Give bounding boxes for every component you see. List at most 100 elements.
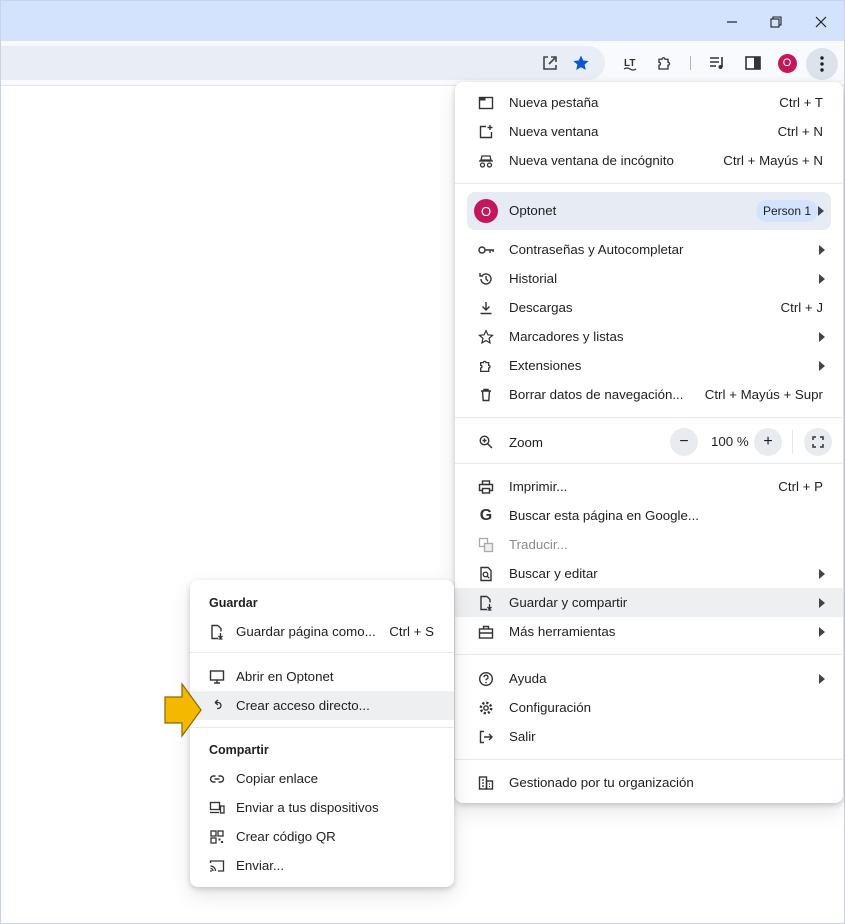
chevron-right-icon [819,597,825,608]
google-icon: G [479,506,493,524]
title-bar [1,1,844,41]
menu-item-label: Borrar datos de navegación... [509,387,684,402]
chevron-right-icon [819,568,825,579]
open-external-icon [543,56,557,70]
menu-item-exit[interactable]: Salir [455,722,843,751]
submenu-item-copy-link[interactable]: Copiar enlace [190,764,454,793]
submenu-header-share: Compartir [209,743,269,757]
zoom-icon [477,433,495,451]
svg-text:LT: LT [624,58,635,69]
menu-item-incognito[interactable]: Nueva ventana de incógnito Ctrl + Mayús … [455,146,843,175]
incognito-icon [477,152,495,170]
cast-icon [208,857,226,875]
zoom-label: Zoom [509,434,543,450]
submenu-item-create-shortcut[interactable]: Crear acceso directo... [190,691,454,720]
close-icon [815,16,827,28]
submenu-item-cast[interactable]: Enviar... [190,851,454,880]
menu-item-label: Nueva ventana de incógnito [509,153,674,168]
menu-button[interactable] [806,48,838,80]
menu-item-label: Historial [509,271,558,286]
languagetool-extension-button[interactable]: LT [617,49,645,77]
menu-item-label: Gestionado por tu organización [509,775,694,790]
callout-arrow-icon [164,682,202,738]
menu-item-label: Nueva ventana [509,124,599,139]
toolbar-divider [690,56,691,70]
menu-divider [455,654,843,655]
star-icon [477,328,495,346]
plus-icon: + [763,433,773,450]
link-icon [208,770,226,788]
bookmark-star-button[interactable] [567,49,595,77]
menu-item-clear-data[interactable]: Borrar datos de navegación... Ctrl + May… [455,380,843,409]
submenu-item-label: Crear acceso directo... [236,698,370,713]
minimize-button[interactable] [712,7,752,37]
menu-item-label: Guardar y compartir [509,595,628,610]
menu-item-more-tools[interactable]: Más herramientas [455,617,843,646]
media-queue-icon [710,57,723,69]
menu-item-managed[interactable]: Gestionado por tu organización [455,768,843,797]
submenu-item-label: Guardar página como... [236,624,376,639]
menu-item-find-edit[interactable]: Buscar y editar [455,559,843,588]
restore-button[interactable] [756,7,796,37]
menu-item-print[interactable]: Imprimir... Ctrl + P [455,472,843,501]
chevron-right-icon [819,673,825,684]
submenu-divider [190,727,454,728]
menu-item-passwords[interactable]: Contraseñas y Autocompletar [455,235,843,264]
download-icon [477,299,495,317]
close-button[interactable] [801,7,841,37]
chevron-right-icon [819,244,825,255]
zoom-out-button[interactable]: − [670,428,698,456]
menu-item-save-share[interactable]: Guardar y compartir [455,588,843,617]
reading-list-button[interactable] [703,49,731,77]
submenu-item-label: Abrir en Optonet [236,669,334,684]
avatar: O [777,53,797,73]
menu-item-search-google[interactable]: G Buscar esta página en Google... [455,501,843,530]
menu-item-label: Descargas [509,300,573,315]
submenu-item-label: Crear código QR [236,829,336,844]
side-panel-button[interactable] [739,49,767,77]
menu-item-label: Extensiones [509,358,582,373]
submenu-item-qr-code[interactable]: Crear código QR [190,822,454,851]
menu-item-extensions[interactable]: Extensiones [455,351,843,380]
zoom-in-button[interactable]: + [754,428,782,456]
menu-divider [455,463,843,464]
restore-icon [770,16,782,28]
submenu-item-save-page[interactable]: Guardar página como... Ctrl + S [190,617,454,646]
menu-item-downloads[interactable]: Descargas Ctrl + J [455,293,843,322]
menu-item-settings[interactable]: Configuración [455,693,843,722]
menu-divider [455,759,843,760]
star-filled-icon [573,55,589,70]
submenu-item-open-in[interactable]: Abrir en Optonet [190,662,454,691]
menu-divider [455,417,843,418]
find-edit-icon [477,565,495,583]
address-bar[interactable] [1,46,605,80]
fullscreen-icon [812,436,824,448]
chevron-right-icon [819,360,825,371]
submenu-item-send-devices[interactable]: Enviar a tus dispositivos [190,793,454,822]
menu-item-history[interactable]: Historial [455,264,843,293]
menu-item-new-window[interactable]: Nueva ventana Ctrl + N [455,117,843,146]
menu-item-zoom: Zoom − 100 % + [455,426,843,458]
profile-button[interactable]: O [773,49,801,77]
chevron-right-icon [819,331,825,342]
chevron-right-icon [819,626,825,637]
share-page-button[interactable] [536,49,564,77]
submenu-item-label: Enviar... [236,858,285,873]
profile-name: Optonet [509,203,557,218]
fullscreen-button[interactable] [804,428,832,456]
menu-item-profile[interactable]: O Optonet Person 1 [467,192,831,230]
menu-item-bookmarks[interactable]: Marcadores y listas [455,322,843,351]
minus-icon: − [679,433,689,450]
menu-item-new-tab[interactable]: Nueva pestaña Ctrl + T [455,88,843,117]
chevron-right-icon [818,206,824,216]
shortcut-label: Ctrl + N [777,124,823,139]
languagetool-icon: LT [623,58,637,71]
menu-divider [455,183,843,184]
menu-item-help[interactable]: Ayuda [455,664,843,693]
puzzle-icon [658,57,671,70]
exit-icon [477,728,495,746]
profile-avatar: O [474,199,498,223]
extensions-button[interactable] [651,49,679,77]
zoom-divider [792,430,793,454]
chevron-right-icon [819,273,825,284]
